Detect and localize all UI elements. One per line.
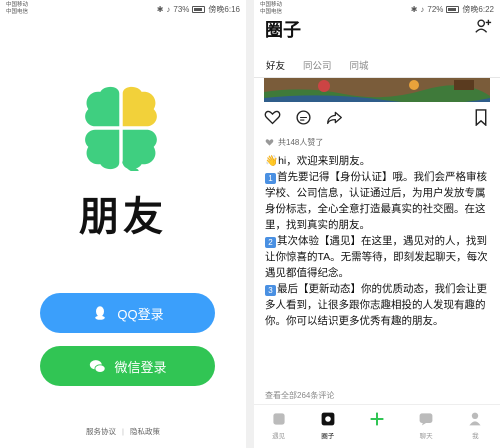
like-count: 共148人赞了 bbox=[278, 138, 324, 147]
tab-friends[interactable]: 好友 bbox=[266, 58, 286, 81]
post-image[interactable] bbox=[264, 78, 490, 102]
circle-icon bbox=[321, 412, 335, 426]
wechat-login-label: 微信登录 bbox=[114, 359, 167, 375]
status-icons: ✱ ♪ 72% 傍晚6:22 bbox=[411, 4, 494, 15]
person-icon bbox=[469, 412, 481, 426]
nav-chat-label: 聊天 bbox=[419, 433, 433, 440]
link-separator: | bbox=[122, 427, 124, 436]
circle-screen: 中国移动 中国电信 ✱ ♪ 72% 傍晚6:22 圈子 好友 同公司 同城 共1… bbox=[254, 0, 500, 448]
status-bar: 中国移动 中国电信 ✱ ♪ 73% 傍晚6:16 bbox=[0, 0, 246, 18]
brand-name: 朋友 bbox=[79, 195, 167, 239]
wechat-login-button[interactable]: 微信登录 bbox=[40, 346, 215, 386]
post-greeting: 👋hi，欢迎来到朋友。 bbox=[265, 155, 371, 167]
bookmark-icon[interactable] bbox=[474, 109, 488, 126]
post-actions bbox=[264, 109, 343, 126]
add-friend-icon[interactable] bbox=[474, 17, 492, 35]
like-heart-icon[interactable] bbox=[264, 109, 281, 126]
nav-meet[interactable]: 遇见 bbox=[259, 411, 299, 440]
bottom-nav: 遇见 圈子 聊天 我 bbox=[254, 404, 500, 448]
number-badge-2: 2 bbox=[265, 237, 276, 248]
post-paragraph-2: 2 其次体验【遇见】在这里，遇见对的人，找到让你惊喜的TA。无需等待，即刻发起聊天… bbox=[265, 235, 488, 279]
clover-logo-icon bbox=[85, 86, 157, 171]
number-badge-3: 3 bbox=[265, 285, 276, 296]
post-paragraph-3: 3 最后【更新动态】你的优质动态，我们会让更多人看到，让很多跟你志趣相投的人发现有… bbox=[265, 283, 487, 327]
nav-circle-label: 圈子 bbox=[321, 433, 335, 440]
plus-icon bbox=[370, 412, 384, 426]
carrier-2: 中国电信 bbox=[260, 9, 283, 15]
number-badge-1: 1 bbox=[265, 173, 276, 184]
battery-icon bbox=[446, 6, 460, 13]
tab-same-company[interactable]: 同公司 bbox=[303, 58, 332, 76]
page-title: 圈子 bbox=[265, 20, 301, 40]
comment-icon[interactable] bbox=[295, 109, 312, 126]
nav-circle[interactable]: 圈子 bbox=[308, 411, 348, 440]
mute-icon: ♪ bbox=[420, 5, 425, 14]
login-screen: 中国移动 中国电信 ✱ ♪ 73% 傍晚6:16 朋友 QQ登录 微信登录 服务… bbox=[0, 0, 246, 448]
feed-tabs: 好友 同公司 同城 bbox=[254, 58, 500, 81]
post-paragraph-1: 1 首先要记得【身份认证】哦。我们会严格审核学校、公司信息，认证通过后，为用户发放… bbox=[265, 171, 487, 231]
bluetooth-icon: ✱ bbox=[156, 5, 164, 14]
service-agreement-link[interactable]: 服务协议 bbox=[86, 427, 116, 436]
nav-post[interactable] bbox=[357, 411, 397, 427]
carrier-1: 中国移动 bbox=[260, 2, 283, 8]
nav-me-label: 我 bbox=[472, 433, 479, 440]
qq-login-button[interactable]: QQ登录 bbox=[40, 293, 215, 333]
like-summary: 共148人赞了 bbox=[265, 137, 323, 148]
wave-hand-icon: 👋 bbox=[265, 155, 279, 167]
mute-icon: ♪ bbox=[166, 5, 171, 14]
bluetooth-icon: ✱ bbox=[410, 5, 418, 14]
nav-me[interactable]: 我 bbox=[455, 411, 495, 440]
nav-chat[interactable]: 聊天 bbox=[406, 411, 446, 440]
share-icon[interactable] bbox=[326, 109, 343, 126]
view-all-comments-link[interactable]: 查看全部264条评论 bbox=[265, 390, 334, 401]
status-time: 傍晚6:16 bbox=[208, 5, 240, 14]
tab-same-city[interactable]: 同城 bbox=[350, 58, 369, 76]
small-heart-icon bbox=[265, 139, 274, 146]
carrier-info: 中国移动 中国电信 bbox=[260, 2, 282, 16]
battery-percent: 73% bbox=[173, 5, 190, 14]
carrier-2: 中国电信 bbox=[6, 9, 29, 15]
privacy-policy-link[interactable]: 隐私政策 bbox=[130, 427, 160, 436]
qq-icon bbox=[91, 304, 109, 322]
post-text: 👋hi，欢迎来到朋友。 1 首先要记得【身份认证】哦。我们会严格审核学校、公司信息… bbox=[265, 153, 491, 329]
carrier-info: 中国移动 中国电信 bbox=[6, 2, 28, 16]
meet-icon bbox=[272, 413, 285, 425]
qq-login-label: QQ登录 bbox=[117, 306, 164, 322]
battery-percent: 72% bbox=[427, 5, 444, 14]
carrier-1: 中国移动 bbox=[6, 2, 29, 8]
battery-icon bbox=[192, 6, 206, 13]
legal-links: 服务协议 | 隐私政策 bbox=[0, 426, 246, 437]
wechat-icon bbox=[88, 357, 106, 375]
status-time: 傍晚6:22 bbox=[462, 5, 494, 14]
nav-meet-label: 遇见 bbox=[272, 433, 286, 440]
chat-icon bbox=[419, 413, 433, 426]
status-icons: ✱ ♪ 73% 傍晚6:16 bbox=[157, 4, 240, 15]
